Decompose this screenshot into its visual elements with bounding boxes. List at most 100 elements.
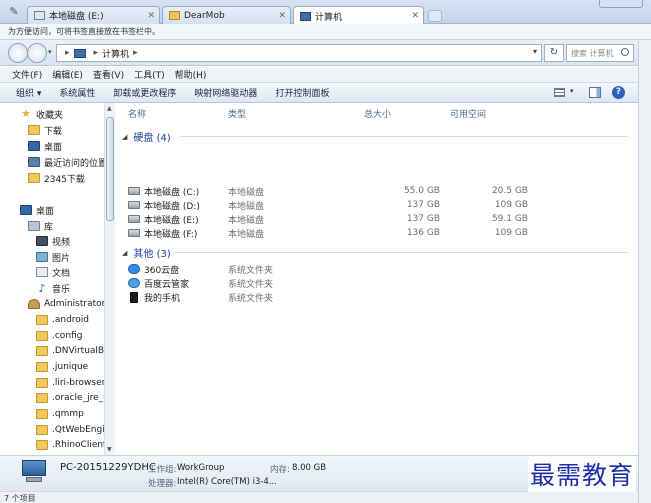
nav-item-downloads[interactable]: 下载 — [28, 123, 62, 137]
recent-pages-dropdown-icon[interactable]: ▾ — [48, 48, 52, 56]
folder-icon — [36, 440, 48, 450]
scroll-down-icon[interactable]: ▼ — [107, 446, 112, 453]
column-header-total-size[interactable]: 总大小 — [364, 107, 391, 120]
drive-type: 本地磁盘 — [228, 201, 265, 212]
nav-desktop[interactable]: 桌面 — [20, 203, 54, 217]
close-icon[interactable]: ✕ — [147, 11, 155, 21]
computer-icon — [20, 460, 48, 484]
other-row-360-cloud[interactable]: 360云盘 系统文件夹 — [128, 262, 538, 276]
group-others[interactable]: ◢ 其他 (3) — [122, 245, 171, 261]
nav-item-videos[interactable]: 视频 — [36, 234, 70, 248]
desktop-icon — [20, 205, 32, 215]
search-input[interactable]: 搜索 计算机 — [566, 44, 634, 62]
view-options-icon[interactable] — [554, 88, 565, 97]
nav-user-administrator[interactable]: Administrator — [28, 297, 105, 311]
drive-row-c[interactable]: 本地磁盘 (C:) 本地磁盘 55.0 GB 20.5 GB — [128, 184, 538, 198]
open-control-panel-button[interactable]: 打开控制面板 — [275, 86, 329, 99]
menu-edit[interactable]: 编辑(E) — [52, 68, 83, 81]
tab-local-disk-e[interactable]: 本地磁盘 (E:) ✕ — [27, 6, 160, 24]
preview-pane-icon[interactable] — [589, 87, 601, 98]
nav-item-documents[interactable]: 文档 — [36, 265, 70, 279]
nav-item-music[interactable]: ♪ 音乐 — [36, 281, 70, 295]
nav-item-2345-downloads[interactable]: 2345下载 — [28, 171, 85, 185]
drive-type: 本地磁盘 — [228, 229, 265, 240]
new-tab-button[interactable] — [428, 10, 442, 22]
other-row-my-phone[interactable]: 我的手机 系统文件夹 — [128, 290, 538, 304]
nav-item-rhinoclient[interactable]: .RhinoClient — [36, 438, 107, 452]
menu-help[interactable]: 帮助(H) — [175, 68, 207, 81]
nav-library[interactable]: 库 — [28, 219, 53, 233]
tab-computer[interactable]: 计算机 ✕ — [293, 6, 424, 25]
menu-view[interactable]: 查看(V) — [93, 68, 124, 81]
drive-name: 本地磁盘 (C:) — [144, 187, 200, 198]
nav-label: .RhinoClient — [52, 440, 107, 450]
drive-row-f[interactable]: 本地磁盘 (F:) 本地磁盘 136 GB 109 GB — [128, 226, 538, 240]
group-hard-disks[interactable]: ◢ 硬盘 (4) — [122, 129, 171, 145]
back-button[interactable] — [8, 43, 28, 63]
phone-icon — [130, 291, 138, 303]
drive-free-space: 109 GB — [494, 200, 528, 210]
folder-icon — [36, 362, 48, 372]
scrollbar-thumb[interactable] — [106, 117, 114, 221]
organize-button[interactable]: 组织 ▾ — [16, 86, 41, 99]
address-separator[interactable]: ▸ — [133, 48, 138, 58]
nav-item-junique[interactable]: .junique — [36, 360, 88, 374]
search-placeholder: 搜索 计算机 — [571, 49, 614, 58]
system-properties-button[interactable]: 系统属性 — [59, 86, 95, 99]
map-network-drive-button[interactable]: 映射网络驱动器 — [194, 86, 257, 99]
folder-icon — [28, 173, 40, 183]
column-header-free-space[interactable]: 可用空间 — [450, 107, 486, 120]
nav-item-config[interactable]: .config — [36, 329, 82, 343]
forward-button[interactable] — [27, 43, 47, 63]
view-dropdown-icon[interactable]: ▾ — [570, 87, 574, 95]
column-header-name[interactable]: 名称 — [128, 107, 146, 120]
nav-item-dnvirtualbox[interactable]: .DNVirtualBox — [36, 344, 114, 358]
drive-total-size: 55.0 GB — [403, 186, 440, 196]
refresh-icon[interactable]: ↻ — [544, 44, 564, 62]
address-segment-computer[interactable]: 计算机 — [102, 47, 129, 60]
tab-label: DearMob — [184, 10, 225, 21]
address-dropdown-icon[interactable]: ▾ — [533, 47, 537, 56]
nav-label: 下载 — [44, 126, 63, 137]
item-name: 360云盘 — [144, 265, 180, 276]
drive-name: 本地磁盘 (D:) — [144, 201, 200, 212]
nav-item-liri-browser[interactable]: .liri-browser — [36, 376, 105, 390]
scroll-up-icon[interactable]: ▲ — [107, 105, 112, 112]
column-header-type[interactable]: 类型 — [228, 107, 246, 120]
item-type: 系统文件夹 — [228, 293, 274, 304]
collapse-caret-icon[interactable]: ◢ — [122, 249, 127, 257]
address-separator: ▸ — [65, 48, 70, 58]
menu-tools[interactable]: 工具(T) — [134, 68, 165, 81]
tab-dearmob[interactable]: DearMob ✕ — [162, 6, 291, 24]
folder-icon — [169, 11, 180, 20]
close-icon[interactable]: ✕ — [278, 11, 286, 21]
navigation-scrollbar[interactable]: ▲ ▼ — [104, 103, 115, 455]
collapse-caret-icon[interactable]: ◢ — [122, 133, 127, 141]
drive-total-size: 137 GB — [406, 200, 440, 210]
window-controls[interactable] — [599, 0, 643, 8]
nav-favorites[interactable]: ★ 收藏夹 — [20, 107, 63, 121]
nav-label: 音乐 — [52, 284, 71, 295]
nav-item-qmmp[interactable]: .qmmp — [36, 407, 84, 421]
drive-name: 本地磁盘 (E:) — [144, 215, 199, 226]
window-scrollbar[interactable] — [638, 40, 651, 503]
nav-item-android[interactable]: .android — [36, 313, 89, 327]
drive-free-space: 59.1 GB — [491, 214, 528, 224]
other-row-baidu-cloud[interactable]: 百度云管家 系统文件夹 — [128, 276, 538, 290]
nav-item-recent-places[interactable]: 最近访问的位置 — [28, 155, 107, 169]
nav-label: 2345下载 — [44, 174, 85, 185]
close-icon[interactable]: ✕ — [411, 11, 419, 21]
drive-total-size: 137 GB — [406, 214, 440, 224]
menu-file[interactable]: 文件(F) — [12, 68, 42, 81]
address-bar[interactable]: ▸ ▸ 计算机 ▸ ▾ — [56, 44, 542, 62]
drive-row-e[interactable]: 本地磁盘 (E:) 本地磁盘 137 GB 59.1 GB — [128, 212, 538, 226]
nav-item-pictures[interactable]: 图片 — [36, 250, 70, 264]
hard-drive-icon — [128, 201, 140, 209]
nav-item-desktop-fav[interactable]: 桌面 — [28, 139, 62, 153]
wrench-icon[interactable]: ✎ — [7, 5, 21, 19]
help-icon[interactable]: ? — [612, 86, 625, 99]
bookmark-bar-hint: 为方便访问，可将书签直接放在书签栏中。 — [0, 24, 651, 40]
item-name: 百度云管家 — [144, 279, 190, 290]
drive-row-d[interactable]: 本地磁盘 (D:) 本地磁盘 137 GB 109 GB — [128, 198, 538, 212]
uninstall-program-button[interactable]: 卸载或更改程序 — [113, 86, 176, 99]
